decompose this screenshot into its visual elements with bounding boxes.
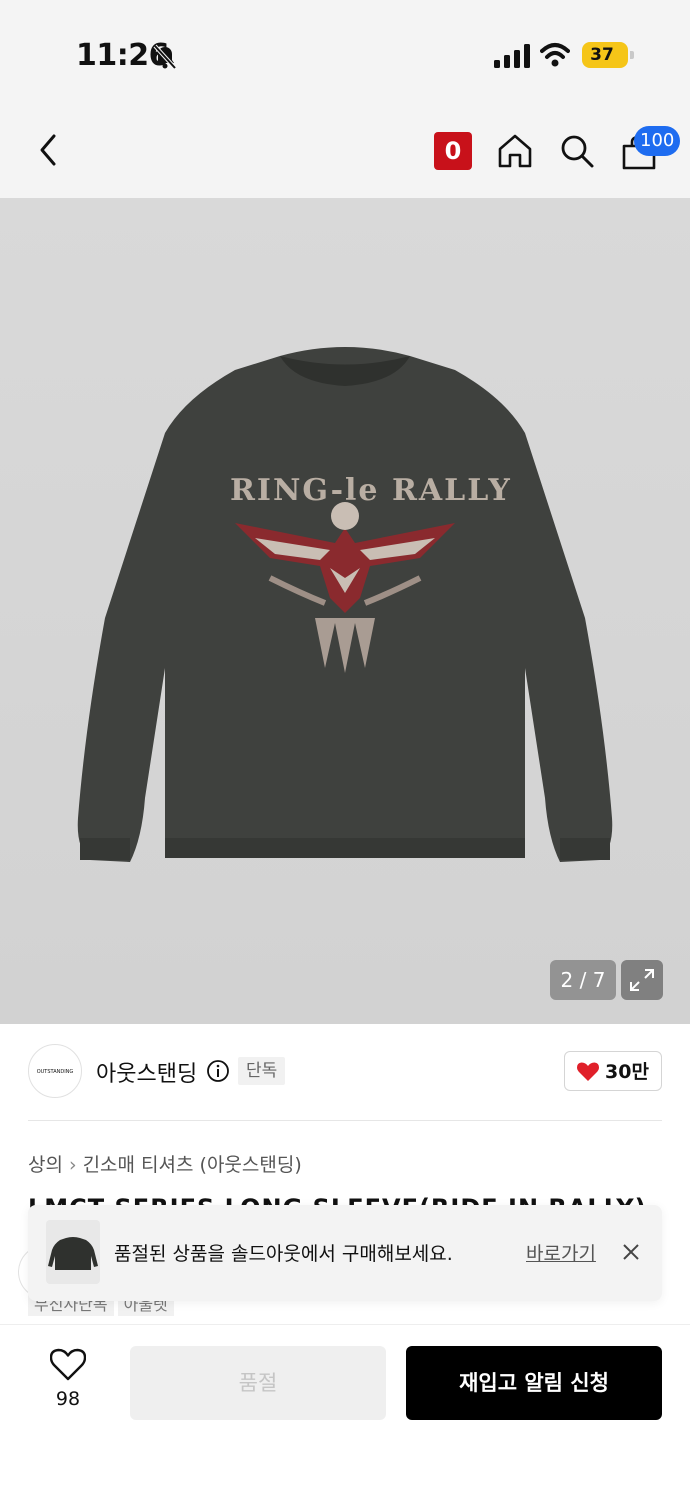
soldout-button[interactable]: 품절 <box>130 1346 386 1420</box>
battery-cap <box>630 51 634 59</box>
brand-like-count: 30만 <box>605 1061 649 1083</box>
bell-muted-icon <box>153 44 177 70</box>
toast-product-thumbnail <box>46 1220 100 1284</box>
brand-logo[interactable]: OUTSTANDING <box>28 1044 82 1098</box>
breadcrumb: 상의 › 긴소매 티셔츠 (아웃스탠딩) <box>28 1150 302 1177</box>
cellular-signal-icon <box>494 44 530 68</box>
home-icon[interactable] <box>496 132 534 170</box>
battery-indicator: 37 <box>582 42 634 68</box>
exclusive-badge: 단독 <box>238 1057 286 1085</box>
expand-icon[interactable] <box>621 960 663 1000</box>
product-image-gallery[interactable]: RING-le RALLY 2 / 7 <box>0 198 690 1024</box>
info-icon[interactable] <box>206 1059 230 1083</box>
wishlist-count: 98 <box>55 1388 81 1410</box>
search-icon[interactable] <box>558 132 596 170</box>
product-image: RING-le RALLY <box>77 347 613 862</box>
breadcrumb-category[interactable]: 상의 <box>28 1154 63 1176</box>
close-icon[interactable] <box>620 1241 642 1263</box>
image-counter: 2 / 7 <box>550 960 616 1000</box>
cart-count-badge: 100 <box>634 126 681 156</box>
soldout-toast: 품절된 상품을 솔드아웃에서 구매해보세요. 바로가기 <box>28 1205 662 1301</box>
battery-level: 37 <box>590 45 614 65</box>
heart-outline-icon[interactable] <box>50 1348 86 1382</box>
toast-message: 품절된 상품을 솔드아웃에서 구매해보세요. <box>114 1243 453 1265</box>
sweatshirt-thumbnail-icon <box>48 1237 98 1270</box>
breadcrumb-subcategory[interactable]: 긴소매 티셔츠 (아웃스탠딩) <box>83 1154 302 1176</box>
chevron-left-icon[interactable] <box>30 130 66 170</box>
brand-name[interactable]: 아웃스탠딩 <box>96 1056 197 1088</box>
print-graphic-text: RING-le RALLY <box>230 473 512 508</box>
wifi-icon <box>540 43 570 67</box>
heart-filled-icon <box>577 1062 599 1081</box>
divider <box>28 1120 662 1121</box>
status-bar: 11:26 37 <box>0 0 690 100</box>
brand-like-button[interactable]: 30만 <box>564 1051 662 1091</box>
restock-alert-button[interactable]: 재입고 알림 신청 <box>406 1346 662 1420</box>
chevron-right-icon: › <box>68 1154 77 1176</box>
zero-badge-button[interactable]: 0 <box>434 132 472 170</box>
go-to-soldout-link[interactable]: 바로가기 <box>526 1239 596 1266</box>
